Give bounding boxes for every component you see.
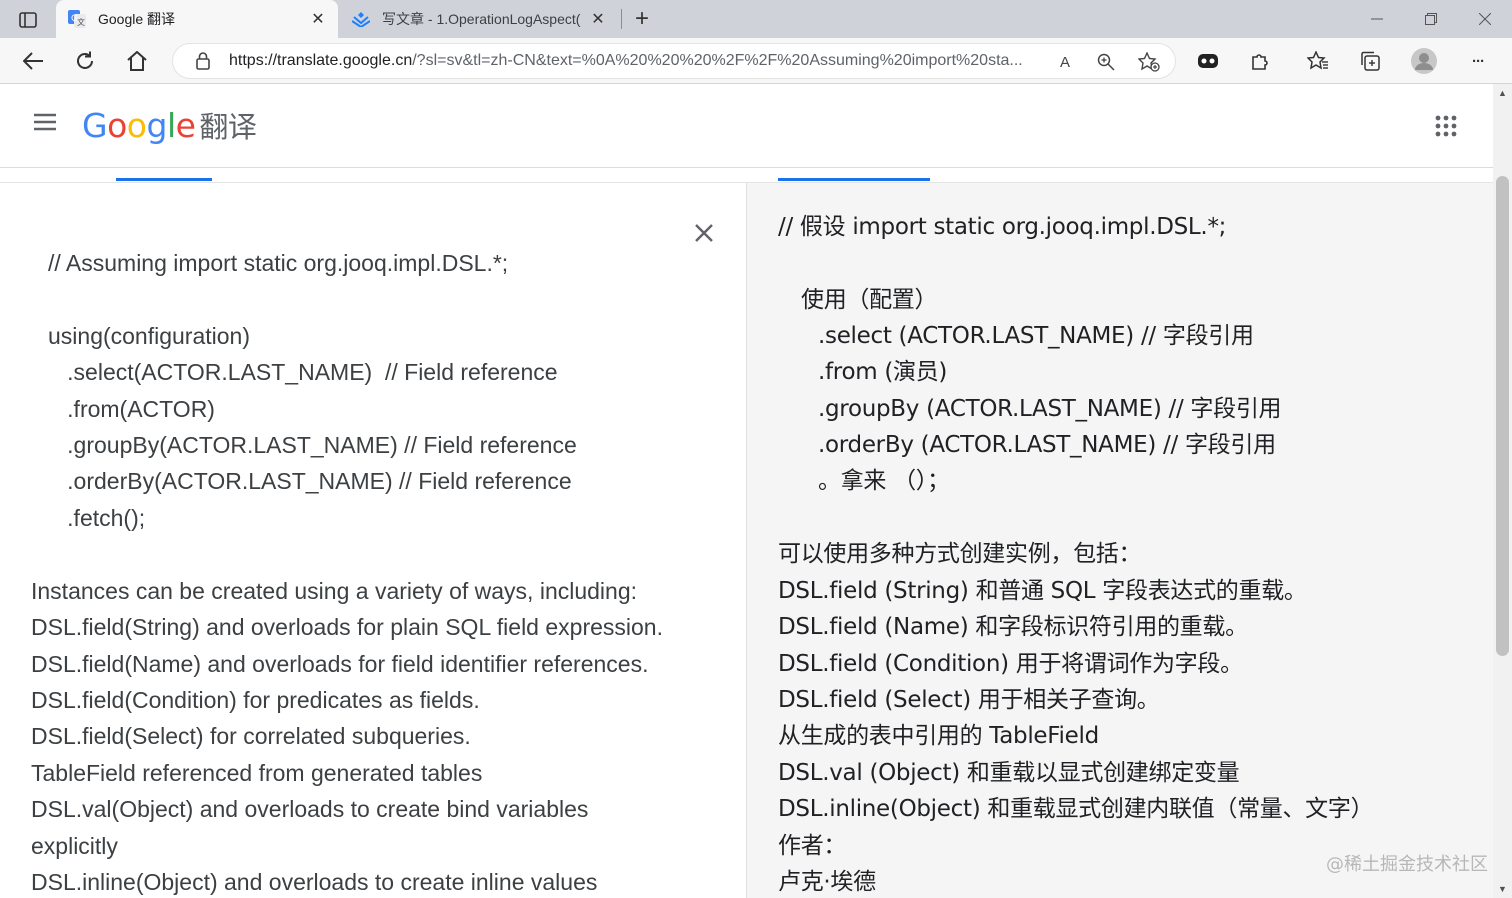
scroll-down-arrow-icon[interactable]: ▼ [1493, 880, 1512, 898]
google-translate-logo[interactable]: Google 翻译 [82, 104, 257, 146]
target-language-selected-indicator [778, 178, 930, 181]
source-line: .fetch(); [48, 505, 146, 531]
logo-letter: o [107, 106, 127, 145]
translation-line: // 假设 import static org.jooq.impl.DSL.*; [778, 214, 1227, 240]
zoom-icon[interactable] [1094, 50, 1118, 74]
translation-line: DSL.val (Object) 和重载以显式创建绑定变量 [778, 760, 1240, 786]
google-translate-icon: G文 [68, 10, 86, 28]
translate-header: Google 翻译 [0, 84, 1493, 168]
translation-line: 可以使用多种方式创建实例，包括： [778, 541, 1142, 567]
translation-line: 。拿来 （）； [818, 468, 950, 494]
tab-google-translate[interactable]: G文 Google 翻译 ✕ [56, 0, 338, 38]
back-arrow-icon[interactable] [17, 45, 49, 77]
tab-actions-icon[interactable] [12, 8, 44, 32]
read-aloud-icon[interactable]: A [1053, 50, 1077, 74]
url-path: /?sl=sv&tl=zh-CN&text=%0A%20%20%20%2F%2F… [412, 52, 1023, 69]
source-line: DSL.val(Object) and overloads to create … [31, 796, 589, 822]
translation-line: .from (演员) [818, 359, 948, 385]
home-icon[interactable] [121, 45, 153, 77]
translation-line: 作者： [778, 833, 847, 859]
url-host: https://translate.google.cn [229, 52, 413, 69]
product-name: 翻译 [199, 110, 257, 144]
tab-juejin-editor[interactable]: 写文章 - 1.OperationLogAspect( ✕ [340, 0, 618, 38]
tab-title: Google 翻译 [98, 11, 176, 27]
clear-source-text-icon[interactable] [688, 217, 720, 249]
source-line: Instances can be created using a variety… [31, 578, 638, 604]
source-line: DSL.field(Select) for correlated subquer… [31, 723, 471, 749]
source-line: .select(ACTOR.LAST_NAME) // Field refere… [48, 359, 558, 385]
svg-text:文: 文 [77, 17, 85, 27]
source-line: TableField referenced from generated tab… [31, 760, 483, 786]
tab-divider [621, 9, 622, 29]
translation-line: 卢克·埃德 [778, 869, 876, 895]
tab-strip: G文 Google 翻译 ✕ 写文章 - 1.OperationLogAspec… [0, 0, 1512, 38]
favorites-icon[interactable] [1302, 45, 1334, 77]
restore-icon[interactable] [1404, 0, 1458, 38]
close-icon[interactable]: ✕ [308, 9, 328, 29]
logo-letter: l [166, 106, 176, 145]
source-line: using(configuration) [48, 323, 251, 349]
source-line: DSL.inline(Object) and overloads to crea… [31, 869, 598, 895]
window-close-icon[interactable] [1458, 0, 1512, 38]
juejin-icon [352, 10, 370, 28]
logo-letter: o [126, 106, 147, 145]
translation-line: DSL.field (Select) 用于相关子查询。 [778, 687, 1160, 713]
profile-avatar-icon[interactable] [1408, 45, 1440, 77]
translation-line: .orderBy (ACTOR.LAST_NAME) // 字段引用 [818, 432, 1276, 458]
source-line: // Assuming import static org.jooq.impl.… [48, 250, 509, 276]
extensions-icon[interactable] [1244, 45, 1276, 77]
translation-line: DSL.field (String) 和普通 SQL 字段表达式的重载。 [778, 578, 1307, 604]
scrollbar-thumb[interactable] [1496, 176, 1509, 656]
logo-letter: g [146, 106, 167, 145]
source-line: .orderBy(ACTOR.LAST_NAME) // Field refer… [48, 468, 572, 494]
source-text-panel[interactable]: // Assuming import static org.jooq.impl.… [0, 183, 746, 898]
source-line: DSL.field(String) and overloads for plai… [31, 614, 663, 640]
page-scrollbar[interactable]: ▲ ▼ [1493, 84, 1512, 898]
translation-line: DSL.inline(Object) 和重载显式创建内联值（常量、文字） [778, 796, 1374, 822]
logo-letter: e [175, 106, 196, 145]
refresh-icon[interactable] [69, 45, 101, 77]
translation-line: .groupBy (ACTOR.LAST_NAME) // 字段引用 [818, 396, 1282, 422]
translation-line: DSL.field (Name) 和字段标识符引用的重载。 [778, 614, 1248, 640]
address-bar[interactable]: https://translate.google.cn/?sl=sv&tl=zh… [172, 43, 1176, 79]
lock-icon[interactable] [191, 52, 215, 70]
site-watermark: @稀土掘金技术社区 [1326, 854, 1488, 875]
tab-title: 写文章 - 1.OperationLogAspect( [382, 11, 581, 27]
source-line: DSL.field(Name) and overloads for field … [31, 651, 649, 677]
add-favorite-icon[interactable] [1137, 50, 1161, 74]
url-text[interactable]: https://translate.google.cn/?sl=sv&tl=zh… [229, 52, 1041, 70]
translation-line: 从生成的表中引用的 TableField [778, 723, 1099, 749]
source-line: .from(ACTOR) [48, 396, 215, 422]
minimize-icon[interactable] [1350, 0, 1404, 38]
translation-line: 使用（配置） [801, 287, 938, 313]
new-tab-button[interactable]: + [628, 5, 656, 32]
translation-line: DSL.field (Condition) 用于将谓词作为字段。 [778, 651, 1243, 677]
language-tab-underlines [0, 168, 1493, 183]
google-apps-icon[interactable] [1434, 114, 1460, 140]
source-line: DSL.field(Condition) for predicates as f… [31, 687, 480, 713]
translation-line: .select (ACTOR.LAST_NAME) // 字段引用 [818, 323, 1254, 349]
logo-letter: G [82, 106, 108, 145]
more-menu-icon[interactable]: ··· [1462, 45, 1494, 77]
close-icon[interactable]: ✕ [588, 9, 608, 29]
source-language-selected-indicator [116, 178, 212, 181]
scroll-up-arrow-icon[interactable]: ▲ [1493, 84, 1512, 102]
game-assist-icon[interactable] [1192, 45, 1224, 77]
collections-icon[interactable] [1354, 45, 1386, 77]
browser-toolbar: https://translate.google.cn/?sl=sv&tl=zh… [0, 38, 1512, 84]
source-line: explicitly [31, 833, 118, 859]
main-menu-icon[interactable] [32, 112, 62, 138]
translation-output-panel: // 假设 import static org.jooq.impl.DSL.*;… [746, 183, 1493, 898]
source-line: .groupBy(ACTOR.LAST_NAME) // Field refer… [48, 432, 577, 458]
